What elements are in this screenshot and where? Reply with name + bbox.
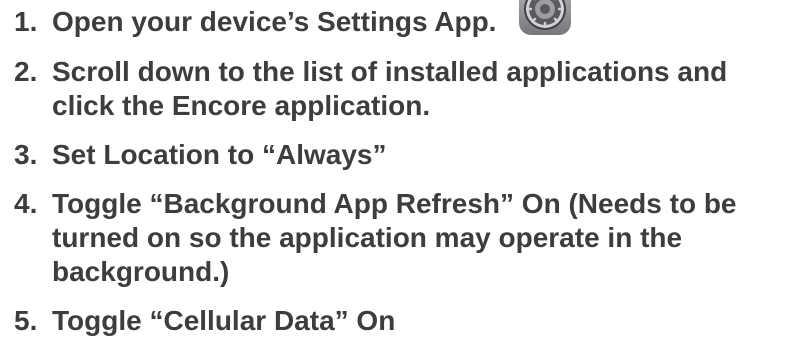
step-1: 1. Open your device’s Settings App. (14, 0, 779, 40)
step-text: Scroll down to the list of installed app… (52, 55, 728, 121)
step-3: 3. Set Location to “Always” (14, 138, 779, 172)
step-5: 5. Toggle “Cellular Data” On (14, 304, 779, 338)
step-number: 4. (14, 187, 38, 219)
step-number: 1. (14, 6, 38, 37)
instruction-list: 1. Open your device’s Settings App. 2. S… (14, 0, 779, 338)
settings-app-icon (518, 0, 572, 36)
step-text: Toggle “Cellular Data” On (52, 304, 396, 336)
step-number: 2. (14, 55, 38, 87)
step-2: 2. Scroll down to the list of installed a… (14, 55, 779, 123)
step-text: Toggle “Background App Refresh” On (Need… (52, 187, 737, 287)
step-text: Open your device’s Settings App. (52, 6, 497, 37)
step-text: Set Location to “Always” (52, 138, 387, 170)
step-4: 4. Toggle “Background App Refresh” On (Ne… (14, 187, 779, 289)
step-number: 5. (14, 304, 38, 336)
step-number: 3. (14, 138, 38, 170)
